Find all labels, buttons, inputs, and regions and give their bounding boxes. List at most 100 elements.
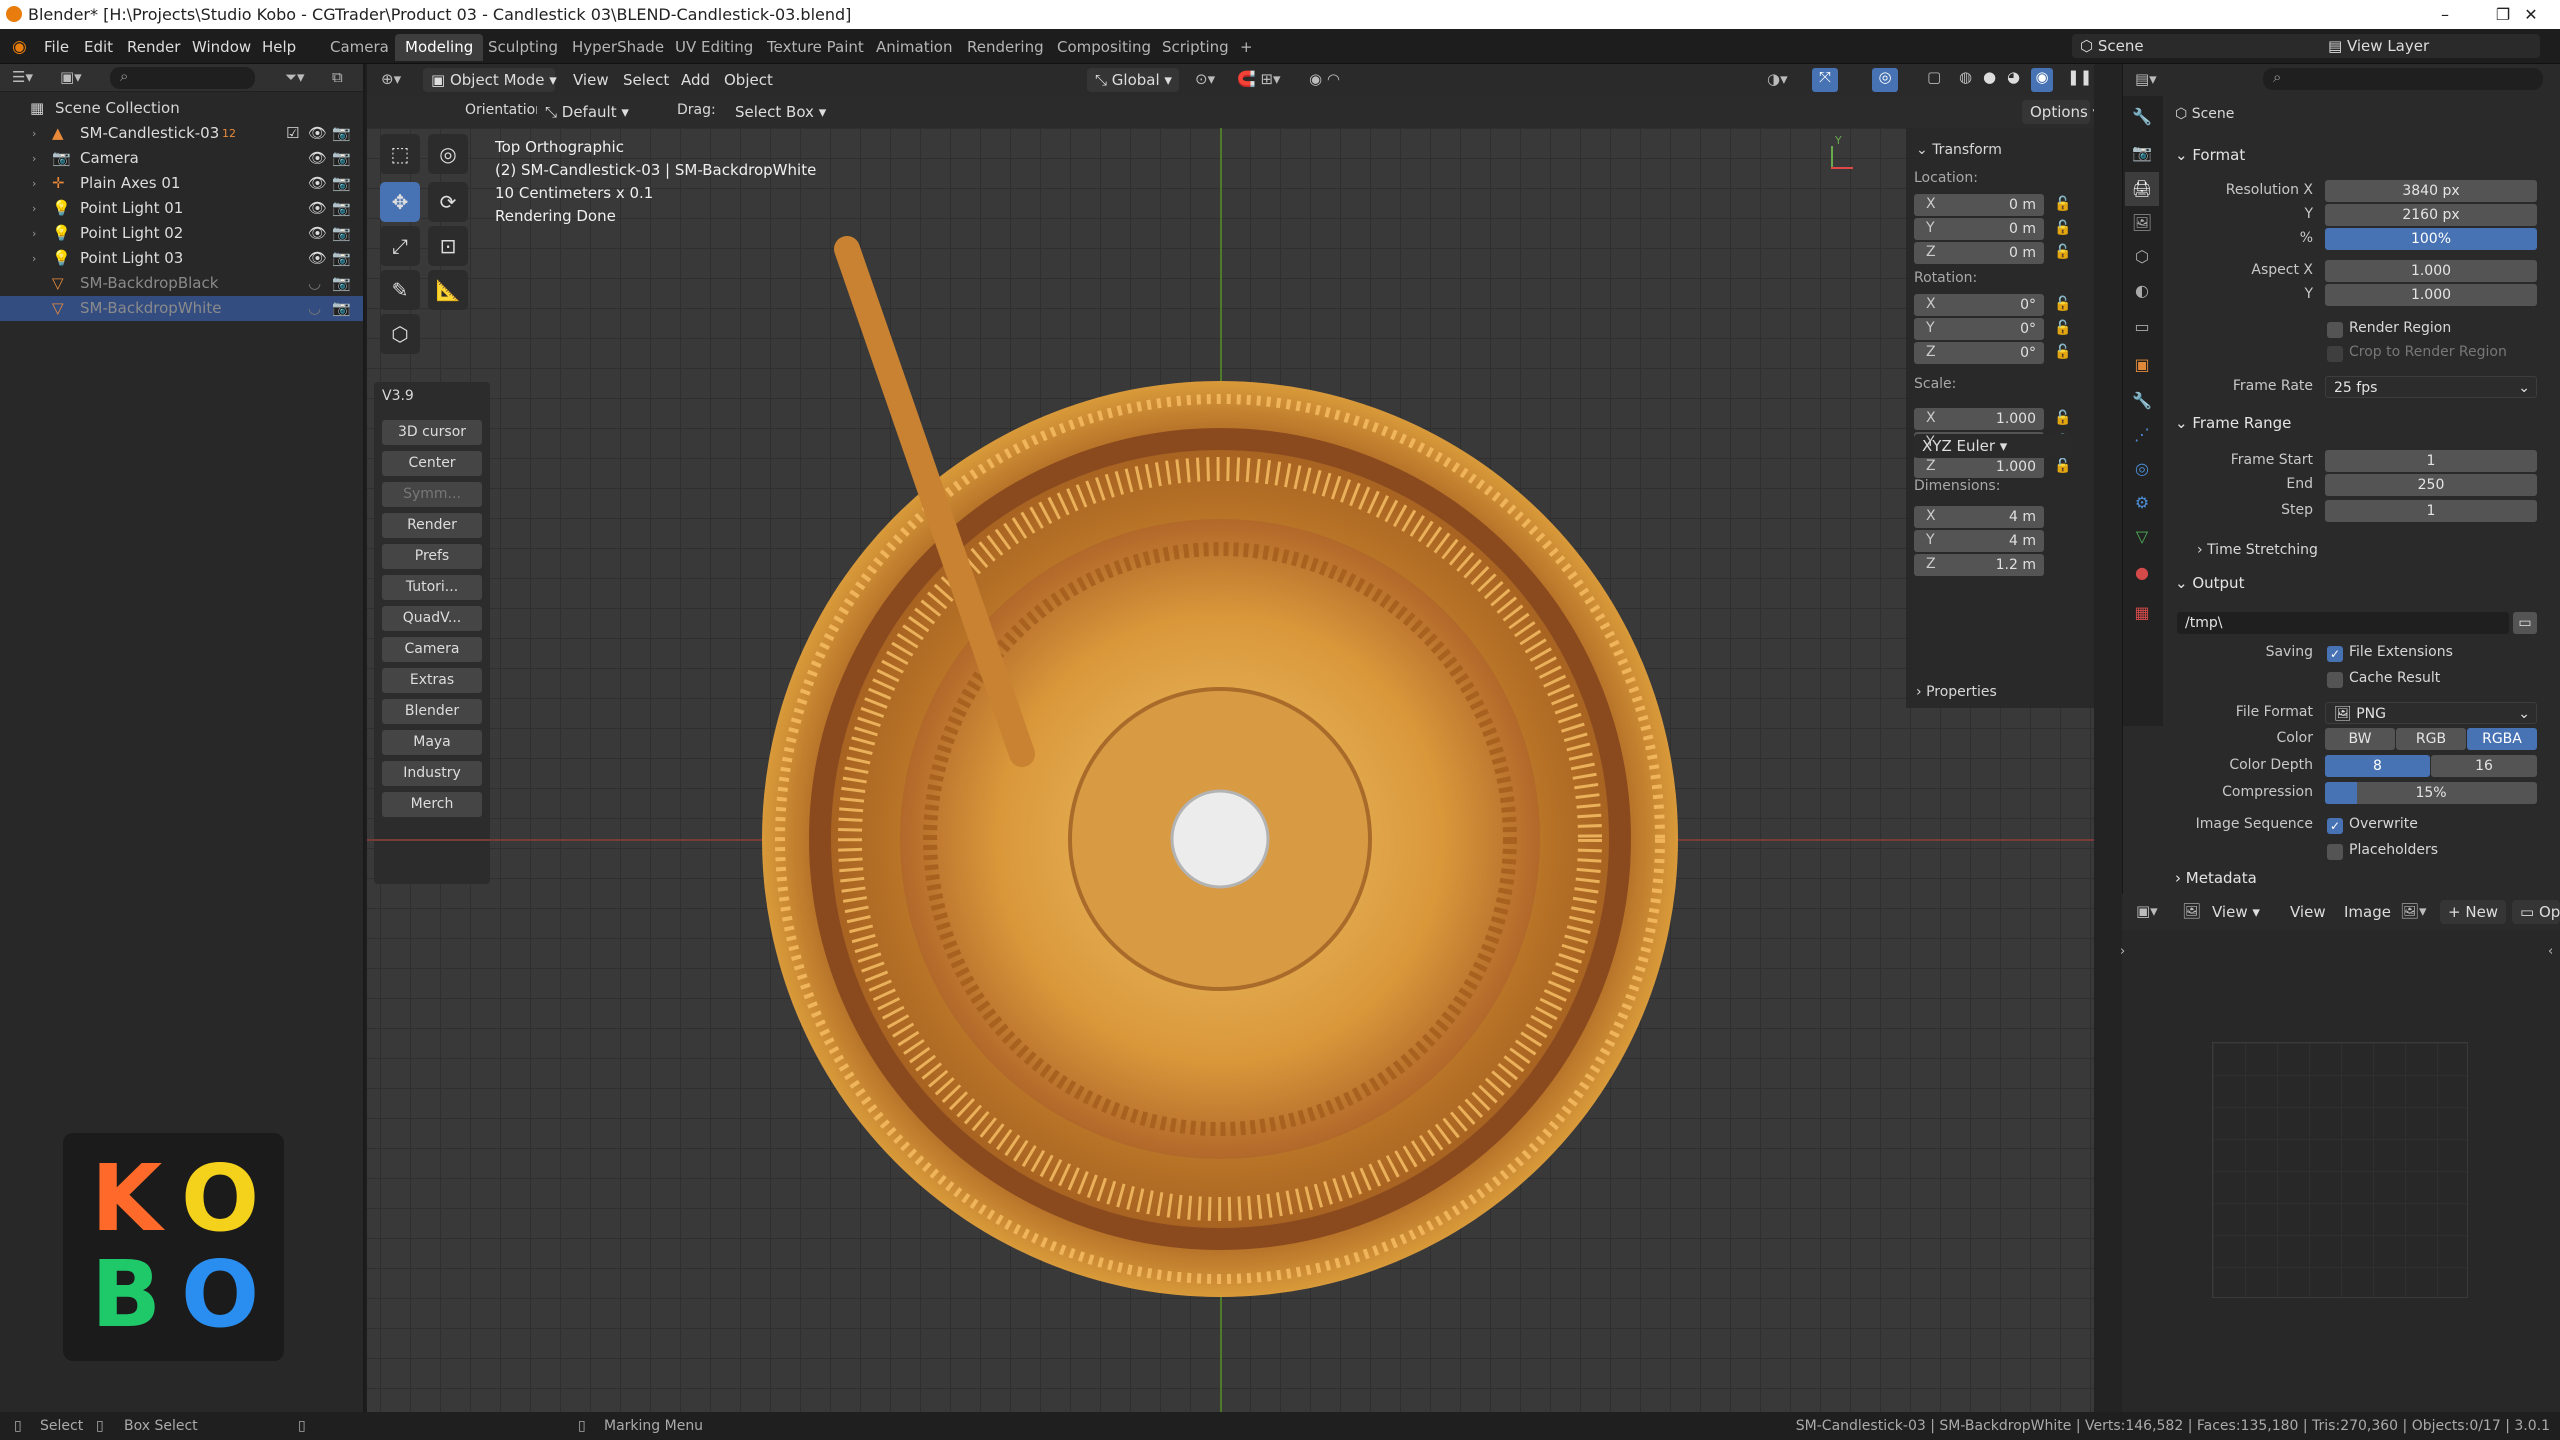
material-tab-icon[interactable]: ●: [2125, 556, 2159, 590]
checkbox-icon[interactable]: ☑: [286, 121, 299, 146]
outliner-row[interactable]: ▽ SM-BackdropBlack ◡ 📷: [0, 271, 363, 296]
eye-icon[interactable]: ◡: [308, 296, 321, 321]
outliner-row[interactable]: › 💡 Point Light 02 👁 📷: [0, 221, 363, 246]
close-button[interactable]: ✕: [2502, 0, 2560, 29]
frame-start-field[interactable]: 1: [2325, 450, 2537, 472]
eye-icon[interactable]: 👁: [308, 171, 327, 196]
measure-tool-icon[interactable]: 📐: [428, 270, 468, 310]
tab-modeling[interactable]: Modeling: [395, 34, 484, 61]
overlays-toggle-icon[interactable]: ◎: [1872, 68, 1898, 92]
addon-button[interactable]: QuadV...: [382, 606, 482, 631]
filter-icon[interactable]: ⏷▾: [285, 68, 305, 86]
aspect-x-field[interactable]: 1.000: [2325, 260, 2537, 282]
object-tab-icon[interactable]: ▣: [2125, 348, 2159, 382]
image-menu-image[interactable]: Image: [2344, 900, 2391, 924]
resolution-y-field[interactable]: 2160 px: [2325, 204, 2537, 226]
lock-icon[interactable]: 🔓: [2054, 458, 2071, 474]
crop-region-checkbox[interactable]: [2327, 346, 2343, 362]
rendered-shading-icon[interactable]: ◉: [2031, 68, 2053, 92]
editor-type-icon[interactable]: ▣▾: [2136, 902, 2158, 920]
camera-render-icon[interactable]: 📷: [332, 146, 351, 171]
collection-tab-icon[interactable]: ▭: [2125, 310, 2159, 344]
viewport-menu-view[interactable]: View: [573, 68, 609, 92]
constraints-tab-icon[interactable]: ⚙: [2125, 486, 2159, 520]
color-depth-8-option[interactable]: 8: [2325, 755, 2430, 777]
blender-menu-icon[interactable]: ◉: [12, 35, 27, 59]
view-layer-tab-icon[interactable]: 🖼: [2125, 206, 2159, 240]
sidebar-expand-icon[interactable]: ‹: [2548, 944, 2553, 959]
frame-rate-dropdown[interactable]: 25 fps ⌄: [2325, 376, 2537, 398]
image-canvas[interactable]: [2212, 1042, 2468, 1298]
scene-selector[interactable]: ⬡ Scene: [2072, 34, 2342, 58]
addon-button[interactable]: Tutori...: [382, 575, 482, 600]
output-path-field[interactable]: /tmp\: [2177, 612, 2509, 634]
editor-type-icon[interactable]: ⊕▾: [381, 70, 401, 88]
navigation-gizmo[interactable]: Y: [1825, 134, 1865, 174]
editor-type-icon[interactable]: ▤▾: [2135, 70, 2157, 88]
render-region-checkbox[interactable]: [2327, 322, 2343, 338]
addon-button[interactable]: Extras: [382, 668, 482, 693]
add-workspace-button[interactable]: +: [1230, 34, 1263, 61]
tab-camera[interactable]: Camera: [320, 34, 399, 61]
scene-tab-icon[interactable]: ⬡: [2125, 240, 2159, 274]
new-image-button[interactable]: + New: [2440, 900, 2506, 924]
overwrite-checkbox[interactable]: ✓: [2327, 818, 2343, 834]
gizmo-toggle-icon[interactable]: ⤧: [1812, 68, 1838, 92]
tab-animation[interactable]: Animation: [866, 34, 962, 61]
visibility-icon[interactable]: ◑▾: [1767, 70, 1788, 88]
view-layer-selector[interactable]: ▤ View Layer: [2320, 34, 2540, 58]
world-tab-icon[interactable]: ◐: [2125, 274, 2159, 308]
compression-slider[interactable]: 15%: [2325, 782, 2537, 804]
pivot-point-icon[interactable]: ⊙▾: [1195, 70, 1215, 88]
addon-button[interactable]: Blender: [382, 699, 482, 724]
camera-render-icon[interactable]: 📷: [332, 121, 351, 146]
menu-window[interactable]: Window: [192, 35, 251, 59]
addon-button[interactable]: Symm...: [382, 482, 482, 507]
lock-icon[interactable]: 🔓: [2054, 220, 2071, 236]
frame-range-panel-header[interactable]: ⌄ Frame Range: [2175, 408, 2545, 438]
lock-icon[interactable]: 🔓: [2054, 320, 2071, 336]
proportional-editing-icon[interactable]: ◉ ◠: [1309, 70, 1340, 88]
mode-dropdown[interactable]: ▣ Object Mode ▾: [423, 68, 557, 92]
move-tool-icon[interactable]: ✥: [380, 182, 420, 222]
outliner-search-input[interactable]: ⌕: [110, 67, 255, 89]
solid-shading-icon[interactable]: ●: [1983, 68, 1996, 86]
add-cube-tool-icon[interactable]: ⬡: [380, 314, 420, 354]
outliner-row[interactable]: › 💡 Point Light 01 👁 📷: [0, 196, 363, 221]
tab-sculpting[interactable]: Sculpting: [478, 34, 568, 61]
tab-compositing[interactable]: Compositing: [1047, 34, 1161, 61]
outliner-row[interactable]: ▽ SM-BackdropWhite ◡ 📷: [0, 296, 363, 321]
time-stretching-subpanel[interactable]: › Time Stretching: [2197, 542, 2318, 558]
camera-render-icon[interactable]: 📷: [332, 171, 351, 196]
viewport-menu-object[interactable]: Object: [724, 68, 773, 92]
transform-orientation-dropdown[interactable]: ⤡ Global ▾: [1087, 68, 1179, 92]
eye-icon[interactable]: 👁: [308, 146, 327, 171]
tool-tab-icon[interactable]: 🔧: [2125, 100, 2159, 134]
orientation-dropdown[interactable]: ⤡ Default ▾: [537, 100, 661, 124]
aspect-y-field[interactable]: 1.000: [2325, 284, 2537, 306]
xray-icon[interactable]: ▢: [1927, 68, 1941, 86]
addon-button[interactable]: Prefs: [382, 544, 482, 569]
outliner-row[interactable]: › ▲ SM-Candlestick-03 12 ☑ 👁 📷: [0, 121, 363, 146]
expand-arrow-icon[interactable]: ›: [32, 146, 36, 171]
rotation-mode-dropdown[interactable]: XYZ Euler ▾: [1914, 434, 2072, 458]
cursor-tool-icon[interactable]: ◎: [428, 134, 468, 174]
expand-arrow-icon[interactable]: ›: [32, 171, 36, 196]
file-format-dropdown[interactable]: 🖼 PNG ⌄: [2325, 702, 2537, 724]
data-tab-icon[interactable]: ▽: [2125, 520, 2159, 554]
lock-icon[interactable]: 🔓: [2054, 410, 2071, 426]
frame-step-field[interactable]: 1: [2325, 500, 2537, 522]
eye-icon[interactable]: 👁: [308, 246, 327, 271]
addon-button[interactable]: Merch: [382, 792, 482, 817]
eye-icon[interactable]: ◡: [308, 271, 321, 296]
menu-help[interactable]: Help: [262, 35, 296, 59]
camera-render-icon[interactable]: 📷: [332, 221, 351, 246]
editor-type-icon[interactable]: ☰▾: [12, 68, 33, 86]
lock-icon[interactable]: 🔓: [2054, 344, 2071, 360]
frame-end-field[interactable]: 250: [2325, 474, 2537, 496]
outliner-row[interactable]: › 📷 Camera 👁 📷: [0, 146, 363, 171]
menu-edit[interactable]: Edit: [84, 35, 113, 59]
metadata-panel-header[interactable]: › Metadata: [2175, 866, 2545, 890]
resolution-x-field[interactable]: 3840 px: [2325, 180, 2537, 202]
particles-tab-icon[interactable]: ⋰: [2125, 418, 2159, 452]
